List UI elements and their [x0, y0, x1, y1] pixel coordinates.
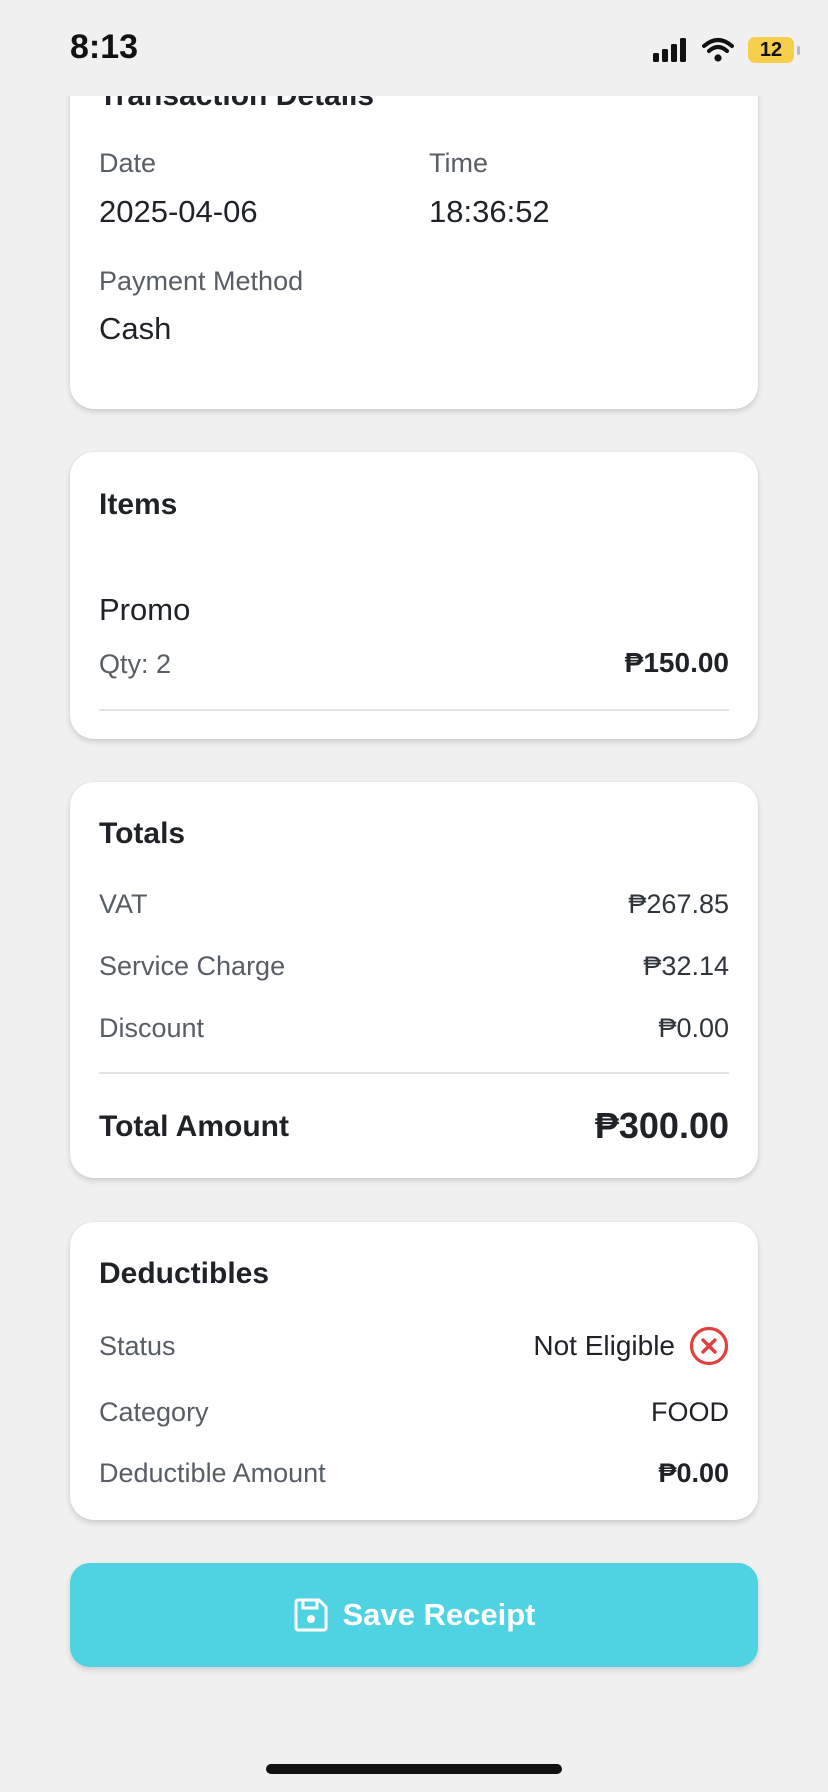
status-bar: 8:13 12 — [0, 0, 828, 96]
item-name: Promo — [99, 592, 191, 627]
item-qty: Qty: 2 — [99, 649, 172, 679]
payment-method-value: Cash — [99, 311, 172, 346]
time-label: Time — [429, 148, 488, 178]
deductibles-card: Deductibles Status Not Eligible Category… — [70, 1222, 758, 1520]
wifi-icon — [702, 38, 734, 62]
totals-title: Totals — [99, 817, 186, 850]
date-label: Date — [99, 148, 157, 178]
vat-label: VAT — [99, 889, 148, 919]
save-receipt-label: Save Receipt — [342, 1597, 536, 1632]
floppy-disk-icon — [294, 1598, 327, 1632]
payment-method-label: Payment Method — [99, 266, 304, 296]
total-amount-value: ₱300.00 — [594, 1105, 729, 1146]
items-card: Items Promo Qty: 2 ₱150.00 — [70, 452, 758, 739]
items-title: Items — [99, 488, 178, 521]
item-divider — [99, 709, 729, 711]
status-value: Not Eligible — [533, 1330, 675, 1361]
time-value: 18:36:52 — [429, 194, 550, 229]
status-label: Status — [99, 1331, 176, 1361]
status-value-group: Not Eligible — [533, 1326, 729, 1366]
save-receipt-button[interactable]: Save Receipt — [70, 1563, 758, 1667]
discount-label: Discount — [99, 1013, 205, 1043]
totals-divider — [99, 1072, 729, 1074]
cellular-signal-icon — [653, 38, 686, 62]
service-charge-value: ₱32.14 — [643, 951, 729, 981]
date-value: 2025-04-06 — [99, 194, 258, 229]
service-charge-label: Service Charge — [99, 951, 286, 981]
vat-value: ₱267.85 — [628, 889, 729, 919]
deductibles-title: Deductibles — [99, 1257, 270, 1290]
item-price: ₱150.00 — [624, 647, 729, 678]
status-icons: 12 — [652, 34, 800, 66]
home-indicator — [266, 1764, 562, 1774]
status-time: 8:13 — [70, 28, 139, 66]
discount-value: ₱0.00 — [658, 1013, 729, 1043]
totals-card: Totals VAT ₱267.85 Service Charge ₱32.14… — [70, 782, 758, 1178]
x-circle-icon — [689, 1326, 729, 1366]
category-label: Category — [99, 1397, 209, 1427]
deductible-amount-label: Deductible Amount — [99, 1458, 326, 1488]
deductible-amount-value: ₱0.00 — [658, 1458, 729, 1488]
total-amount-label: Total Amount — [99, 1110, 289, 1143]
category-value: FOOD — [651, 1397, 729, 1427]
battery-icon: 12 — [748, 37, 800, 63]
